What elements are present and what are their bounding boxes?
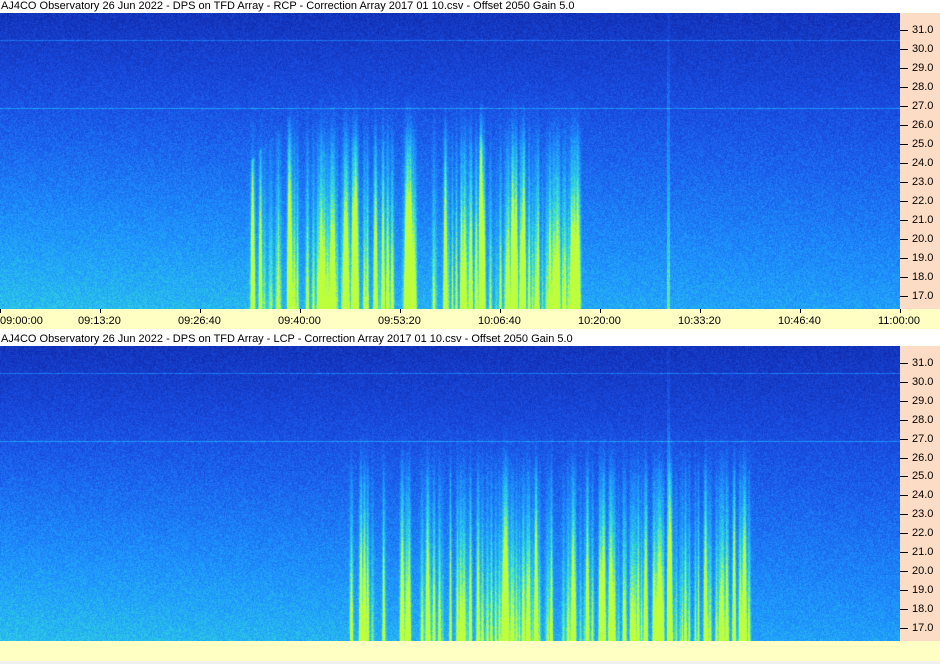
x-tick: [900, 309, 901, 313]
spectrogram-rcp[interactable]: [0, 13, 900, 309]
y-tick: [900, 68, 908, 70]
y-tick-label: 29.0: [912, 394, 934, 407]
y-tick-label: 24.0: [912, 156, 934, 169]
y-tick-label: 23.0: [912, 508, 934, 521]
x-tick-label: 10:33:20: [678, 315, 721, 327]
y-tick-label: 22.0: [912, 527, 934, 540]
y-tick: [900, 627, 908, 629]
panel-title: AJ4CO Observatory 26 Jun 2022 - DPS on T…: [0, 333, 940, 346]
y-tick-label: 21.0: [912, 213, 934, 226]
time-axis: [0, 641, 940, 661]
y-tick-label: 19.0: [912, 583, 934, 596]
x-tick: [300, 309, 301, 313]
y-tick: [900, 381, 908, 383]
x-tick: [800, 309, 801, 313]
y-tick-label: 25.0: [912, 470, 934, 483]
x-tick: [600, 309, 601, 313]
y-tick-label: 31.0: [912, 24, 934, 37]
y-tick-label: 22.0: [912, 194, 934, 207]
y-tick-label: 20.0: [912, 232, 934, 245]
y-tick: [900, 589, 908, 591]
y-tick: [900, 30, 908, 32]
frequency-axis: 31.0 30.0 29.0 28.0 27.0 26.0 25.0 24.0 23.0 22.0…: [900, 13, 940, 309]
y-tick: [900, 457, 908, 459]
y-tick: [900, 87, 908, 88]
y-tick-label: 17.0: [912, 289, 934, 302]
y-tick-label: 23.0: [912, 175, 934, 188]
x-tick: [700, 309, 701, 313]
y-tick: [900, 419, 908, 421]
x-tick: [400, 309, 401, 313]
y-tick-label: 17.0: [912, 621, 934, 634]
x-tick: [0, 309, 1, 313]
frequency-axis: 31.0 30.0 29.0 28.0 27.0 26.0 25.0 24.0 23.0 22.0…: [900, 346, 940, 641]
x-tick: [100, 309, 101, 313]
y-tick: [900, 276, 908, 278]
x-tick-label: 09:13:20: [78, 315, 121, 327]
y-tick: [900, 238, 908, 240]
x-tick: [200, 309, 201, 313]
y-tick-label: 25.0: [912, 137, 934, 150]
y-tick-label: 20.0: [912, 565, 934, 578]
y-tick-label: 18.0: [912, 270, 934, 283]
x-tick-label: 09:26:40: [178, 315, 221, 327]
spectrogram-lcp[interactable]: [0, 346, 900, 641]
y-tick: [900, 257, 908, 259]
x-tick: [500, 309, 501, 313]
y-tick-label: 29.0: [912, 62, 934, 75]
y-tick: [900, 105, 908, 107]
y-tick: [900, 476, 908, 478]
y-tick-label: 30.0: [912, 43, 934, 56]
y-tick: [900, 608, 908, 610]
y-tick: [900, 124, 908, 126]
y-tick-label: 30.0: [912, 375, 934, 388]
y-tick: [900, 514, 908, 516]
x-tick-label: 09:40:00: [278, 315, 321, 327]
y-tick-label: 27.0: [912, 99, 934, 112]
y-tick-label: 31.0: [912, 357, 934, 370]
y-tick: [900, 495, 908, 497]
x-tick-label: 11:00:00: [878, 315, 921, 327]
y-tick: [900, 438, 908, 440]
y-tick: [900, 571, 908, 573]
y-tick-label: 27.0: [912, 432, 934, 445]
time-axis: 09:00:00 09:13:20 09:26:40 09:40:00 09:53:20…: [0, 309, 940, 329]
y-tick: [900, 295, 908, 297]
y-tick: [900, 143, 908, 145]
y-tick-label: 18.0: [912, 602, 934, 615]
y-tick-label: 21.0: [912, 546, 934, 559]
x-tick-label: 10:20:00: [578, 315, 621, 327]
y-tick-label: 24.0: [912, 489, 934, 502]
y-tick: [900, 162, 908, 164]
panel-title: AJ4CO Observatory 26 Jun 2022 - DPS on T…: [0, 0, 940, 13]
y-tick-label: 26.0: [912, 118, 934, 131]
y-tick: [900, 200, 908, 202]
y-tick-label: 26.0: [912, 451, 934, 464]
y-tick: [900, 400, 908, 402]
y-tick: [900, 219, 908, 221]
x-tick-label: 10:46:40: [778, 315, 821, 327]
y-tick: [900, 363, 908, 365]
y-tick-label: 19.0: [912, 251, 934, 264]
x-tick-label: 09:00:00: [0, 315, 43, 327]
y-tick-label: 28.0: [912, 81, 934, 93]
y-tick: [900, 49, 908, 51]
y-tick-label: 28.0: [912, 413, 934, 426]
y-tick: [900, 181, 908, 183]
y-tick: [900, 552, 908, 554]
x-tick-label: 09:53:20: [378, 315, 421, 327]
y-tick: [900, 533, 908, 535]
x-tick-label: 10:06:40: [478, 315, 521, 327]
